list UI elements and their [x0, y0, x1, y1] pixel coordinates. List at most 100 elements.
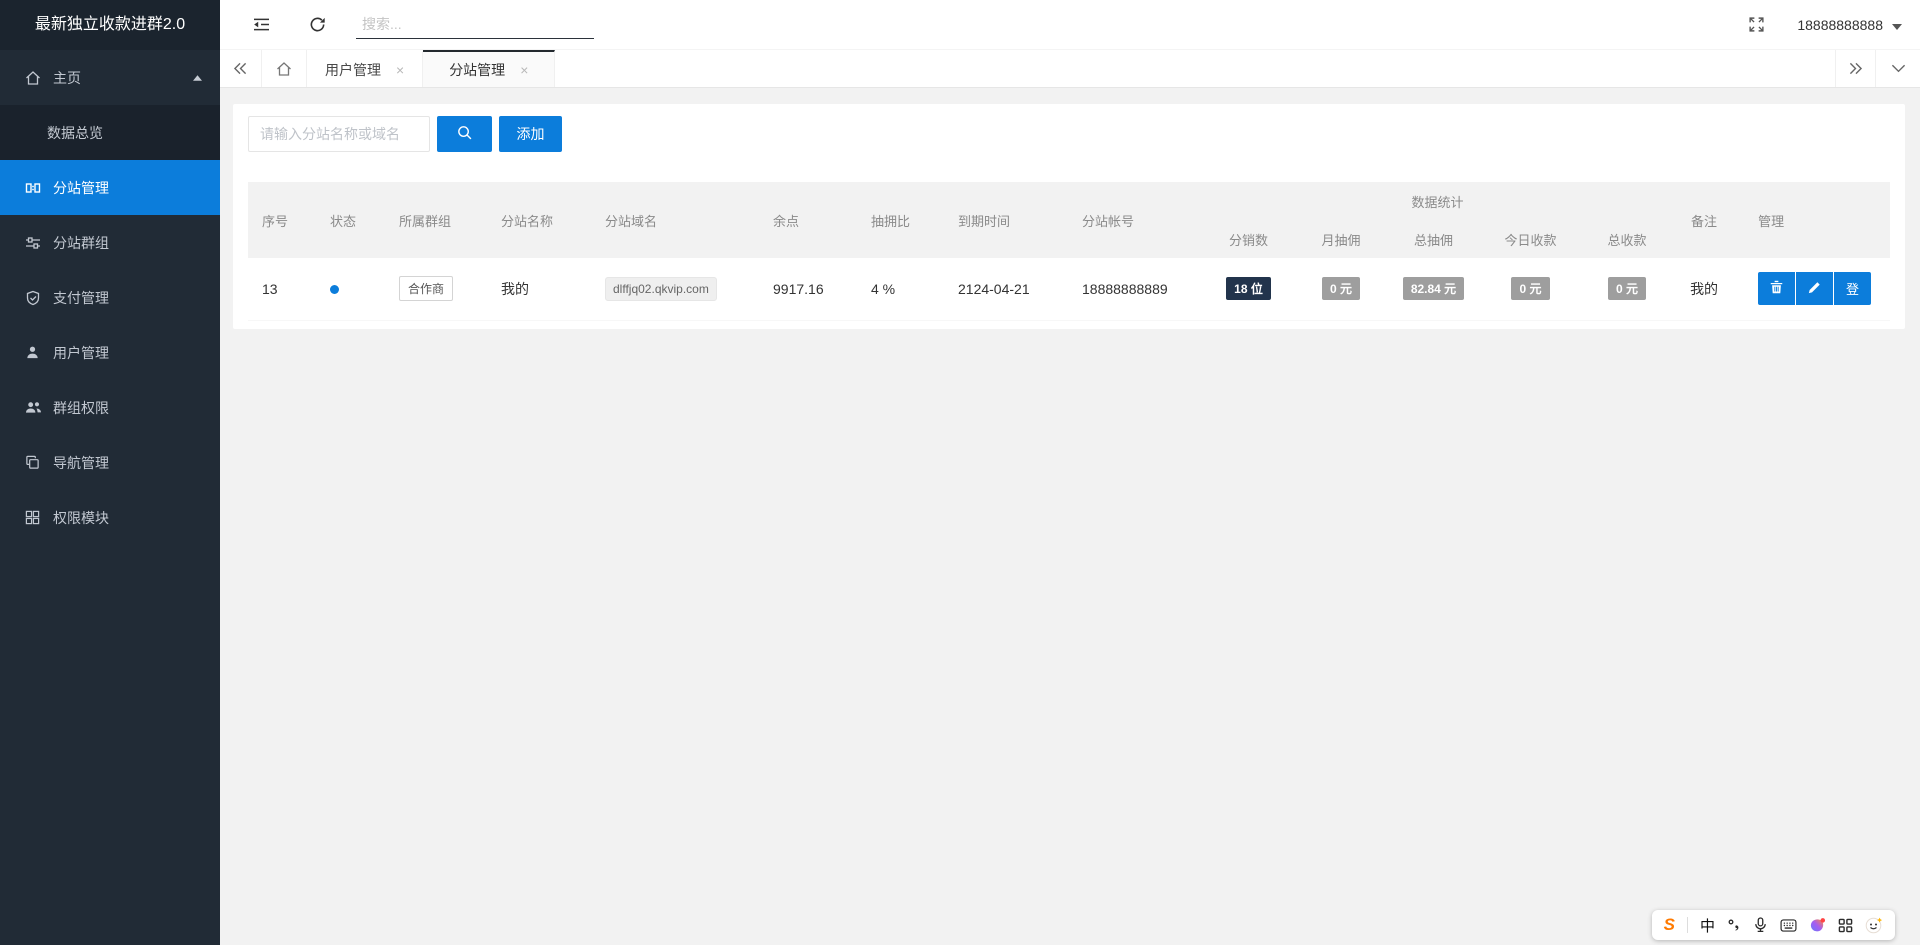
sidebar-item-permission-modules[interactable]: 权限模块 — [0, 490, 220, 545]
cell-expire: 2124-04-21 — [958, 280, 1030, 297]
topbar: 18888888888 — [220, 0, 1920, 50]
modules-icon — [25, 510, 42, 525]
delete-button[interactable] — [1758, 272, 1796, 306]
tabs-scroll-left-icon[interactable] — [220, 50, 262, 87]
col-total-commission: 总抽佣 — [1413, 232, 1453, 248]
sidebar-item-payment[interactable]: 支付管理 — [0, 270, 220, 325]
sidebar-item-navigation[interactable]: 导航管理 — [0, 435, 220, 490]
sidebar-item-group-permission[interactable]: 群组权限 — [0, 380, 220, 435]
cell-distributors: 18 位 — [1200, 258, 1297, 320]
sidebar-item-data-overview[interactable]: 数据总览 — [0, 105, 220, 160]
cell-status — [316, 258, 385, 320]
tab-site-management[interactable]: 分站管理 × — [423, 50, 556, 87]
refresh-icon[interactable] — [304, 12, 330, 38]
sogou-logo-icon[interactable]: S — [1664, 915, 1675, 935]
today-income-badge: 0 元 — [1511, 277, 1550, 301]
sidebar-item-site-management[interactable]: 分站管理 — [0, 160, 220, 215]
content-area: 添加 序号 状态 所属群组 分站名称 分站域名 余点 — [220, 88, 1920, 945]
table-header: 序号 状态 所属群组 分站名称 分站域名 余点 抽拥比 到期时间 分站帐号 数据… — [248, 182, 1891, 258]
keyboard-icon[interactable] — [1780, 918, 1797, 932]
cell-seq: 13 — [262, 280, 278, 297]
login-button[interactable]: 登 — [1834, 272, 1872, 306]
col-manage: 管理 — [1758, 213, 1785, 229]
tab-label: 分站管理 — [449, 61, 506, 78]
cell-balance: 9917.16 — [773, 280, 824, 297]
site-filter-input[interactable] — [248, 116, 430, 152]
col-expire: 到期时间 — [958, 213, 1011, 229]
payment-icon — [25, 290, 42, 306]
account-dropdown[interactable]: 18888888888 — [1797, 17, 1906, 33]
sidebar-item-label: 数据总览 — [47, 124, 103, 141]
fullscreen-icon[interactable] — [1743, 12, 1769, 38]
total-commission-badge: 82.84 元 — [1402, 277, 1465, 301]
col-total-income: 总收款 — [1607, 232, 1647, 248]
ime-divider — [1686, 917, 1688, 933]
close-icon[interactable]: × — [520, 63, 528, 77]
nav-icon — [25, 455, 42, 470]
cell-month-commission: 0 元 — [1297, 258, 1385, 320]
tabbar: 用户管理 × 分站管理 × — [220, 50, 1920, 88]
col-group-stats: 数据统计 — [1411, 194, 1464, 210]
col-today-income: 今日收款 — [1504, 232, 1557, 248]
skin-theme-icon[interactable] — [1809, 917, 1826, 934]
col-status: 状态 — [330, 213, 357, 229]
distributors-badge: 18 位 — [1226, 277, 1271, 301]
pencil-icon — [1808, 281, 1821, 297]
cell-site-name: 我的 — [501, 280, 529, 297]
search-icon — [456, 124, 473, 144]
action-button-group: 登 — [1758, 272, 1872, 306]
site-groups-icon — [25, 235, 42, 251]
status-dot — [330, 284, 339, 294]
sidebar-item-label: 用户管理 — [53, 344, 109, 361]
sidebar-item-users[interactable]: 用户管理 — [0, 325, 220, 380]
sidebar-item-site-groups[interactable]: 分站群组 — [0, 215, 220, 270]
toolbox-icon[interactable] — [1838, 918, 1853, 933]
close-icon[interactable]: × — [396, 63, 404, 77]
col-site-name: 分站名称 — [501, 213, 554, 229]
col-remark: 备注 — [1691, 213, 1718, 229]
sidebar-item-label: 权限模块 — [53, 509, 109, 526]
col-distributors: 分销数 — [1228, 232, 1268, 248]
col-seq: 序号 — [262, 213, 289, 229]
punctuation-icon[interactable] — [1727, 918, 1741, 932]
trash-icon — [1770, 280, 1783, 297]
sidebar-item-label: 分站管理 — [53, 179, 109, 196]
caret-down-icon — [1892, 17, 1902, 33]
col-balance: 余点 — [773, 213, 800, 229]
cell-today-income: 0 元 — [1482, 258, 1579, 320]
mic-icon[interactable] — [1753, 917, 1768, 933]
account-phone: 18888888888 — [1797, 16, 1883, 33]
sites-icon — [25, 180, 42, 196]
sidebar: 最新独立收款进群2.0 主页 数据总览 分站管理 分站群组 支付管理 用户管理 … — [0, 0, 220, 945]
tab-users[interactable]: 用户管理 × — [307, 50, 424, 87]
site-table: 序号 状态 所属群组 分站名称 分站域名 余点 抽拥比 到期时间 分站帐号 数据… — [248, 182, 1891, 321]
col-account: 分站帐号 — [1082, 213, 1135, 229]
tab-home-icon[interactable] — [262, 50, 307, 87]
tab-label: 用户管理 — [325, 61, 381, 78]
cell-total-income: 0 元 — [1579, 258, 1675, 320]
home-icon — [25, 70, 42, 86]
collapse-sidebar-icon[interactable] — [248, 12, 274, 38]
emoji-icon[interactable] — [1865, 916, 1883, 934]
add-button[interactable]: 添加 — [499, 116, 562, 152]
edit-button[interactable] — [1796, 272, 1834, 306]
topbar-right: 18888888888 — [1743, 12, 1906, 38]
search-button[interactable] — [437, 116, 492, 152]
sidebar-item-label: 导航管理 — [53, 454, 109, 471]
user-icon — [25, 345, 42, 360]
global-search-input[interactable] — [356, 10, 594, 39]
group-permission-icon — [25, 400, 42, 415]
tabs-menu-icon[interactable] — [1875, 50, 1920, 87]
sidebar-item-home[interactable]: 主页 — [0, 50, 220, 105]
col-group: 所属群组 — [399, 213, 452, 229]
month-commission-badge: 0 元 — [1321, 277, 1360, 301]
chinese-mode-icon[interactable]: 中 — [1700, 915, 1715, 936]
cell-group: 合作商 — [385, 258, 487, 320]
table-row: 13 合作商 我的 dlffjq02.qkvip.com 9917.16 4 %… — [248, 258, 1891, 320]
ime-taskbar: S 中 — [1651, 910, 1895, 940]
sidebar-item-label: 群组权限 — [53, 399, 109, 416]
cell-domain: dlffjq02.qkvip.com — [591, 258, 759, 320]
tabs-scroll-right-icon[interactable] — [1835, 50, 1875, 87]
tabbar-spacer — [555, 50, 1835, 87]
col-month-commission: 月抽佣 — [1321, 232, 1361, 248]
